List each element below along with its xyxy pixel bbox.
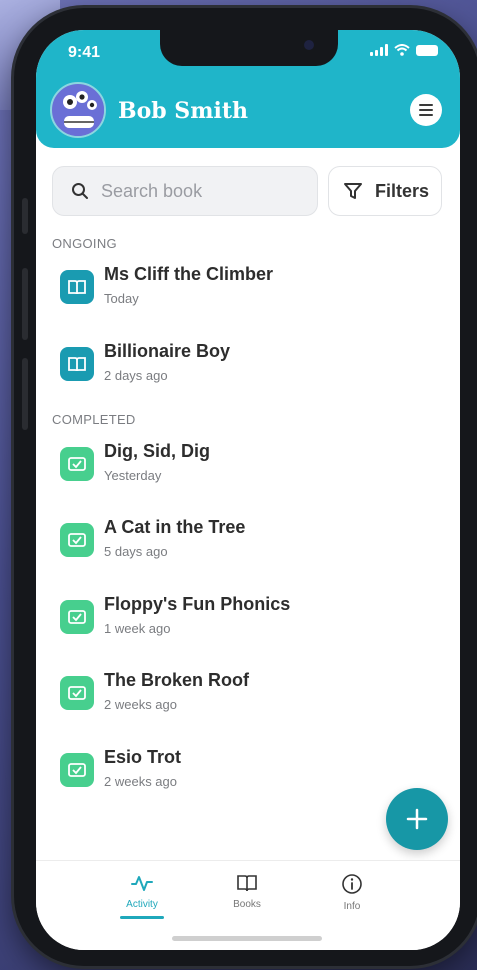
info-icon	[342, 874, 362, 894]
item-title: Esio Trot	[104, 747, 182, 767]
signal-icon	[370, 44, 388, 56]
activity-icon	[131, 876, 153, 891]
completed-book-icon	[60, 447, 94, 481]
menu-button[interactable]	[410, 94, 442, 126]
filters-button[interactable]: Filters	[328, 166, 442, 216]
search-bar[interactable]	[52, 166, 318, 216]
item-subtitle: Yesterday	[104, 468, 162, 483]
plus-icon	[406, 808, 428, 830]
app-screen: 9:41 Bob Smith Search book Filters ONGOI…	[36, 30, 460, 950]
list-item[interactable]: Floppy's Fun Phonics 1 week ago	[60, 592, 290, 636]
tab-label-books: Books	[233, 899, 261, 910]
list-item[interactable]: Ms Cliff the Climber Today	[60, 262, 273, 306]
list-item[interactable]: Esio Trot 2 weeks ago	[60, 745, 181, 789]
add-book-button[interactable]	[386, 788, 448, 850]
tab-label-info: Info	[343, 901, 361, 912]
item-title: Floppy's Fun Phonics	[104, 594, 291, 614]
filters-label: Filters	[375, 180, 430, 201]
active-tab-indicator	[120, 916, 164, 919]
tab-label-activity: Activity	[126, 899, 158, 910]
filter-icon	[344, 183, 362, 199]
item-subtitle: 1 week ago	[104, 621, 171, 636]
book-icon	[60, 347, 94, 381]
status-icons	[370, 44, 438, 56]
list-item[interactable]: Dig, Sid, Dig Yesterday	[60, 439, 210, 483]
item-subtitle: Today	[104, 291, 139, 306]
completed-book-icon	[60, 676, 94, 710]
volume-down-button	[22, 358, 28, 430]
user-name: Bob Smith	[118, 98, 248, 124]
item-subtitle: 2 weeks ago	[104, 697, 177, 712]
completed-book-icon	[60, 523, 94, 557]
book-icon	[237, 875, 257, 892]
wifi-icon	[394, 44, 410, 56]
menu-icon	[419, 104, 433, 106]
list-item[interactable]: The Broken Roof 2 weeks ago	[60, 668, 249, 712]
tab-activity[interactable]: Activity	[102, 873, 182, 919]
tab-books[interactable]: Books	[207, 873, 287, 910]
item-subtitle: 2 days ago	[104, 368, 168, 383]
avatar[interactable]	[50, 82, 106, 138]
status-time: 9:41	[68, 44, 101, 61]
completed-book-icon	[60, 600, 94, 634]
item-subtitle: 2 weeks ago	[104, 774, 177, 789]
item-title: Ms Cliff the Climber	[104, 264, 274, 284]
list-item[interactable]: Billionaire Boy 2 days ago	[60, 339, 230, 383]
item-title: A Cat in the Tree	[104, 517, 246, 537]
item-subtitle: 5 days ago	[104, 544, 168, 559]
mute-switch	[22, 198, 28, 234]
search-icon	[72, 183, 88, 199]
battery-icon	[416, 44, 438, 56]
item-title: The Broken Roof	[104, 670, 250, 690]
completed-book-icon	[60, 753, 94, 787]
item-title: Billionaire Boy	[104, 341, 231, 361]
section-title-ongoing: ONGOING	[52, 236, 117, 251]
notch	[160, 30, 338, 66]
section-title-completed: COMPLETED	[52, 412, 136, 427]
camera-icon	[304, 40, 314, 50]
volume-up-button	[22, 268, 28, 340]
item-title: Dig, Sid, Dig	[104, 441, 210, 461]
tab-info[interactable]: Info	[312, 873, 392, 912]
book-icon	[60, 270, 94, 304]
list-item[interactable]: A Cat in the Tree 5 days ago	[60, 515, 245, 559]
monster-avatar-icon	[54, 88, 104, 136]
search-input[interactable]	[101, 180, 291, 202]
home-indicator	[172, 936, 322, 941]
app-header: 9:41 Bob Smith	[36, 30, 460, 148]
